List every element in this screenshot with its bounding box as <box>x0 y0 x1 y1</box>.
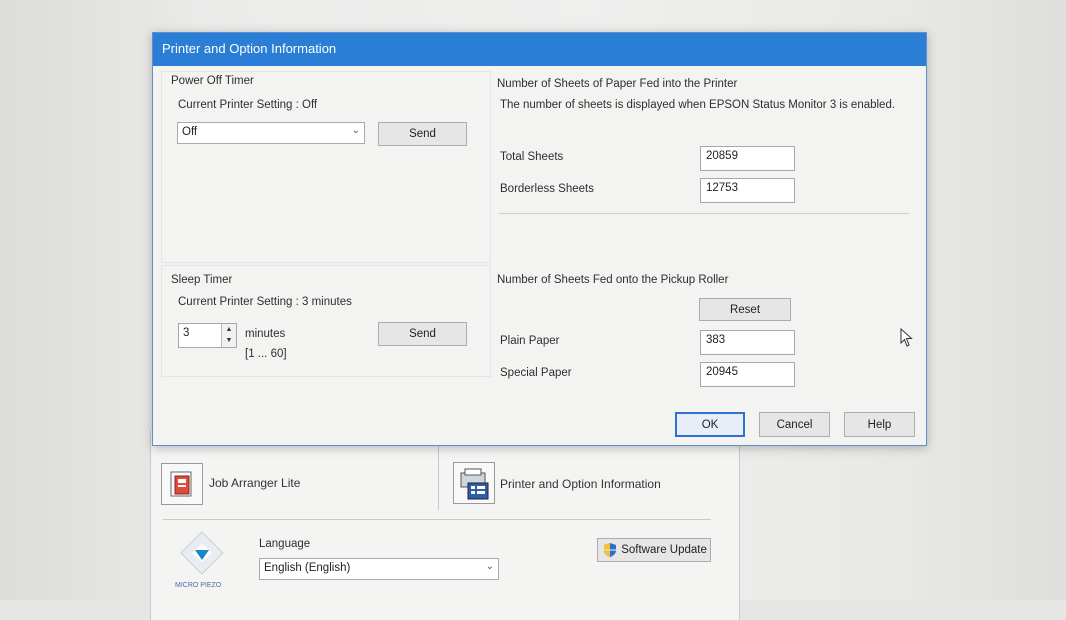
software-update-label: Software Update <box>621 544 707 556</box>
sleep-timer-range: [1 ... 60] <box>245 348 287 360</box>
help-button[interactable]: Help <box>844 412 915 437</box>
micro-piezo-logo-icon <box>179 530 225 576</box>
software-update-button[interactable]: Software Update <box>597 538 711 562</box>
cancel-button[interactable]: Cancel <box>759 412 830 437</box>
ok-button[interactable]: OK <box>675 412 745 437</box>
special-paper-label: Special Paper <box>500 367 572 379</box>
language-label: Language <box>259 538 311 550</box>
mouse-pointer-icon <box>900 327 914 348</box>
language-select-value: English (English) <box>264 562 351 574</box>
total-sheets-label: Total Sheets <box>500 151 564 163</box>
paper-fed-heading: Number of Sheets of Paper Fed into the P… <box>497 78 738 90</box>
printer-option-info-icon[interactable] <box>453 462 495 504</box>
shield-icon <box>604 542 616 557</box>
dialog-title-bar[interactable]: Printer and Option Information <box>153 33 926 66</box>
sleep-timer-heading: Sleep Timer <box>171 274 233 286</box>
micro-piezo-logo-text: MICRO PIEZO <box>175 582 222 589</box>
printer-option-info-dialog: Printer and Option Information Power Off… <box>152 32 927 446</box>
tile-divider <box>438 445 439 510</box>
borderless-sheets-label: Borderless Sheets <box>500 183 594 195</box>
paper-fed-note: The number of sheets is displayed when E… <box>500 99 896 111</box>
job-arranger-icon[interactable] <box>161 463 203 505</box>
spinner-arrows-icon[interactable]: ▲ ▼ <box>221 324 236 347</box>
total-sheets-field: 20859 <box>700 146 795 171</box>
power-off-current-setting: Current Printer Setting : Off <box>178 99 318 111</box>
main-separator <box>163 519 711 520</box>
sleep-timer-unit: minutes <box>245 328 286 340</box>
printer-utility-window: Job Arranger Lite Printer and Option Inf… <box>150 430 740 620</box>
printer-option-info-label[interactable]: Printer and Option Information <box>500 477 661 491</box>
pickup-roller-heading: Number of Sheets Fed onto the Pickup Rol… <box>497 274 729 286</box>
sleep-timer-spinner[interactable]: 3 ▲ ▼ <box>178 323 237 348</box>
language-select[interactable]: English (English) ⌄ <box>259 558 499 580</box>
power-off-select-value: Off <box>182 126 198 138</box>
chevron-down-icon: ⌄ <box>485 561 494 572</box>
power-off-send-button[interactable]: Send <box>378 122 467 146</box>
sleep-send-button[interactable]: Send <box>378 322 467 346</box>
power-off-timer-heading: Power Off Timer <box>171 75 254 87</box>
chevron-down-icon: ⌄ <box>351 125 360 136</box>
plain-paper-label: Plain Paper <box>500 335 560 347</box>
dialog-title: Printer and Option Information <box>162 41 337 56</box>
special-paper-field: 20945 <box>700 362 795 387</box>
sleep-timer-value: 3 <box>183 327 190 339</box>
reset-button[interactable]: Reset <box>699 298 791 321</box>
job-arranger-label[interactable]: Job Arranger Lite <box>209 476 300 490</box>
power-off-timer-select[interactable]: Off ⌄ <box>177 122 365 144</box>
borderless-sheets-field: 12753 <box>700 178 795 203</box>
paper-fed-separator <box>499 213 909 214</box>
sleep-current-setting: Current Printer Setting : 3 minutes <box>178 296 352 308</box>
plain-paper-field: 383 <box>700 330 795 355</box>
